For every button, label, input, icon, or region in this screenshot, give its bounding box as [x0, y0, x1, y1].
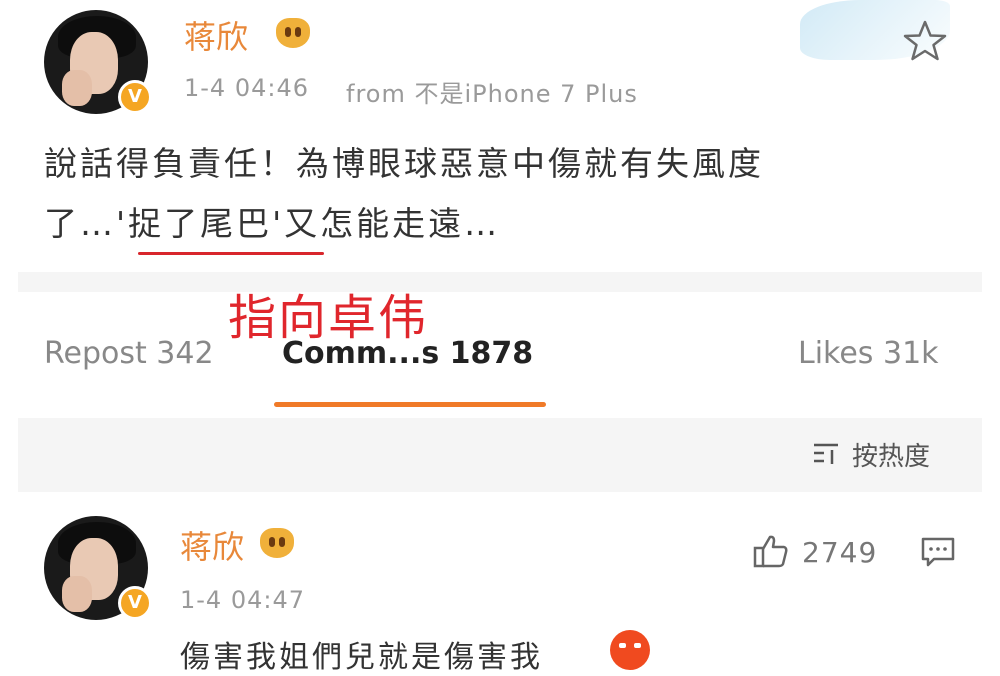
- post-divider: [18, 272, 982, 292]
- comment-date: 1-4 04:47: [180, 586, 305, 614]
- post-source: from 不是iPhone 7 Plus: [346, 80, 638, 108]
- comment-username[interactable]: 蒋欣: [180, 522, 244, 568]
- post-text-line2: 了…'捉了尾巴'又怎能走遠…: [44, 196, 500, 252]
- vip-crown-icon: [276, 18, 310, 48]
- angry-emoji-icon: [610, 630, 650, 670]
- star-icon[interactable]: [902, 18, 948, 64]
- sort-icon[interactable]: [812, 440, 840, 466]
- reply-icon[interactable]: [920, 536, 956, 568]
- comment-vip-crown-icon: [260, 528, 294, 558]
- comment-like-count: 2749: [802, 536, 878, 569]
- comment-verified-badge-icon: V: [118, 586, 152, 620]
- active-tab-indicator: [274, 402, 546, 407]
- post-text-prefix: 了…: [44, 204, 116, 243]
- tab-repost[interactable]: Repost 342: [44, 336, 214, 371]
- post-date: 1-4 04:46: [184, 74, 309, 102]
- post-username[interactable]: 蒋欣: [184, 12, 248, 58]
- tab-comments[interactable]: Comm...s 1878: [282, 336, 533, 371]
- sort-by-hot-button[interactable]: 按热度: [852, 436, 930, 473]
- thumbs-up-icon[interactable]: [752, 532, 790, 570]
- highlight-underline: [138, 252, 324, 255]
- post-text-suffix: 又怎能走遠…: [284, 204, 501, 243]
- post-text-line1: 說話得負責任！為博眼球惡意中傷就有失風度: [44, 144, 764, 183]
- post-text-highlight: '捉了尾巴': [116, 204, 285, 243]
- comment-text: 傷害我姐們兒就是傷害我: [180, 640, 543, 675]
- tab-likes[interactable]: Likes 31k: [798, 336, 939, 371]
- verified-badge-icon: V: [118, 80, 152, 114]
